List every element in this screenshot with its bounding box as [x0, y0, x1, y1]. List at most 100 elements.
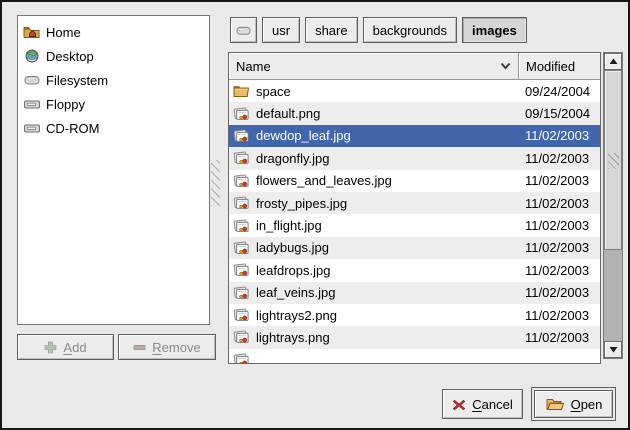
arrow-down-icon: [609, 346, 618, 353]
file-list: Name Modified space 09/24/2004 default.png…: [228, 52, 601, 364]
sidebar-item-label: Floppy: [46, 97, 85, 112]
file-row[interactable]: leafdrops.jpg11/02/2003: [229, 259, 600, 281]
file-name: lightrays.png: [256, 330, 330, 345]
add-button-label: Add: [63, 340, 86, 355]
file-modified-date: 11/02/2003: [519, 128, 600, 143]
breadcrumb-label: usr: [272, 23, 290, 38]
file-row[interactable]: dewdop_leaf.jpg 11/02/2003: [229, 125, 600, 147]
filesystem-icon: [23, 72, 41, 88]
pane-splitter-handle[interactable]: [211, 160, 220, 206]
file-modified-date: 11/02/2003: [519, 240, 600, 255]
file-name-cell: dragonfly.jpg: [229, 150, 519, 166]
cancel-x-icon: [452, 398, 466, 411]
vertical-scrollbar[interactable]: [603, 52, 623, 359]
cdrom-icon: [23, 120, 41, 136]
file-modified-date: 11/02/2003: [519, 196, 600, 211]
file-list-header: Name Modified: [229, 53, 600, 80]
sidebar-item-desktop[interactable]: Desktop: [18, 44, 209, 68]
arrow-up-icon: [609, 58, 618, 65]
file-name-cell: ladybugs.jpg: [229, 240, 519, 256]
file-name: dewdop_leaf.jpg: [256, 128, 351, 143]
file-modified-date: 09/15/2004: [519, 106, 600, 121]
home-icon: [23, 24, 41, 40]
image-file-icon: [233, 262, 250, 278]
file-name-cell: lightrays2.png: [229, 307, 519, 323]
image-file-icon: [233, 195, 250, 211]
scroll-up-button[interactable]: [604, 53, 622, 70]
file-row[interactable]: lightrays2.png11/02/2003: [229, 304, 600, 326]
open-button-label: Open: [571, 397, 603, 412]
file-row[interactable]: in_flight.jpg11/02/2003: [229, 214, 600, 236]
file-name-cell: space: [229, 84, 519, 99]
breadcrumb-label: backgrounds: [373, 23, 447, 38]
file-name: frosty_pipes.jpg: [256, 196, 347, 211]
file-name-cell: default.png: [229, 106, 519, 122]
file-name-cell: leafdrops.jpg: [229, 262, 519, 278]
file-name: leaf_veins.jpg: [256, 285, 336, 300]
file-modified-date: 11/02/2003: [519, 151, 600, 166]
file-name: space: [256, 84, 291, 99]
scroll-down-button[interactable]: [604, 341, 622, 358]
sidebar-item-filesystem[interactable]: Filesystem: [18, 68, 209, 92]
add-button[interactable]: Add: [17, 334, 114, 360]
file-rows: space 09/24/2004 default.png 09/15/2004 dewd…: [229, 80, 600, 364]
remove-button-label: Remove: [152, 340, 200, 355]
breadcrumb-button-share[interactable]: share: [305, 17, 358, 43]
column-header-modified[interactable]: Modified: [519, 53, 600, 80]
file-modified-date: 11/02/2003: [519, 173, 600, 188]
scrollbar-thumb[interactable]: [604, 70, 622, 250]
image-file-icon: [233, 106, 250, 122]
file-name: flowers_and_leaves.jpg: [256, 173, 392, 188]
cancel-button-label: Cancel: [472, 397, 512, 412]
file-modified-date: 11/02/2003: [519, 308, 600, 323]
column-header-modified-label: Modified: [526, 59, 575, 74]
file-name-cell: frosty_pipes.jpg: [229, 195, 519, 211]
floppy-icon: [23, 96, 41, 112]
file-row[interactable]: frosty_pipes.jpg 11/02/2003: [229, 192, 600, 214]
image-file-icon: [233, 150, 250, 166]
file-row[interactable]: leaf_veins.jpg11/02/2003: [229, 282, 600, 304]
scrollbar-thumb-grip: [608, 153, 619, 169]
image-file-icon: [233, 173, 250, 189]
file-row[interactable]: default.png 09/15/2004: [229, 102, 600, 124]
remove-minus-icon: [133, 341, 146, 354]
folder-icon: [233, 84, 250, 99]
breadcrumb-button-images[interactable]: images: [462, 17, 527, 43]
cancel-button[interactable]: Cancel: [442, 389, 523, 419]
file-modified-date: 09/24/2004: [519, 84, 600, 99]
image-file-icon: [233, 307, 250, 323]
file-name: default.png: [256, 106, 320, 121]
file-row-partial[interactable]: [229, 349, 600, 364]
sidebar-item-cd-rom[interactable]: CD-ROM: [18, 116, 209, 140]
folder-open-icon: [545, 396, 565, 412]
file-row[interactable]: space 09/24/2004: [229, 80, 600, 102]
file-row[interactable]: flowers_and_leaves.jpg 11/02/2003: [229, 170, 600, 192]
open-button[interactable]: Open: [534, 390, 613, 418]
image-file-icon: [233, 285, 250, 301]
image-file-icon: [233, 329, 250, 345]
breadcrumb-root-button[interactable]: [230, 17, 257, 43]
file-row[interactable]: dragonfly.jpg11/02/2003: [229, 147, 600, 169]
file-modified-date: 11/02/2003: [519, 218, 600, 233]
image-file-icon: [233, 218, 250, 234]
file-row[interactable]: ladybugs.jpg 11/02/2003: [229, 237, 600, 259]
chevron-down-icon: [500, 62, 511, 70]
remove-button[interactable]: Remove: [118, 334, 216, 360]
file-row[interactable]: lightrays.png11/02/2003: [229, 326, 600, 348]
sidebar-item-home[interactable]: Home: [18, 20, 209, 44]
file-name: ladybugs.jpg: [256, 240, 329, 255]
places-sidebar: Home Desktop Filesystem Floppy CD-ROM: [17, 15, 210, 325]
breadcrumb: usr share backgrounds images: [230, 17, 527, 43]
breadcrumb-button-backgrounds[interactable]: backgrounds: [363, 17, 457, 43]
column-header-name[interactable]: Name: [229, 53, 519, 80]
image-file-icon: [233, 352, 250, 364]
file-name-cell: in_flight.jpg: [229, 218, 519, 234]
file-name-cell: dewdop_leaf.jpg: [229, 128, 519, 144]
breadcrumb-button-usr[interactable]: usr: [262, 17, 300, 43]
sidebar-item-label: Home: [46, 25, 81, 40]
sidebar-item-label: Desktop: [46, 49, 94, 64]
image-file-icon: [233, 240, 250, 256]
file-name-cell: flowers_and_leaves.jpg: [229, 173, 519, 189]
file-modified-date: 11/02/2003: [519, 263, 600, 278]
sidebar-item-floppy[interactable]: Floppy: [18, 92, 209, 116]
